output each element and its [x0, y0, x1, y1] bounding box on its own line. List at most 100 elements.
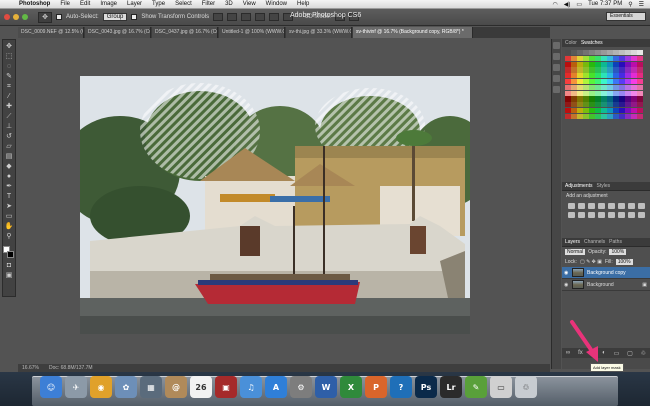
swatch-cell[interactable] — [595, 96, 601, 102]
powerpoint-icon[interactable]: P — [365, 376, 387, 398]
finder-icon[interactable]: ☺ — [40, 376, 62, 398]
brush-panel-icon[interactable] — [553, 86, 560, 93]
threshold-icon[interactable] — [618, 212, 625, 218]
eyedropper-tool-icon[interactable]: ⁄ — [4, 93, 14, 101]
swatch-cell[interactable] — [613, 73, 619, 79]
swatch-cell[interactable] — [637, 79, 643, 85]
brush-tool-icon[interactable]: ⟋ — [4, 113, 14, 121]
swatch-cell[interactable] — [619, 113, 625, 120]
blur-tool-icon[interactable]: ◆ — [4, 163, 14, 171]
swatch-cell[interactable] — [571, 50, 577, 56]
swatch-cell[interactable] — [577, 55, 583, 62]
swatch-cell[interactable] — [625, 102, 631, 108]
swatch-cell[interactable] — [583, 90, 589, 96]
history-panel-icon[interactable] — [553, 42, 560, 49]
swatch-cell[interactable] — [637, 90, 643, 96]
visibility-eye-icon[interactable]: ◉ — [564, 282, 569, 288]
swatch-cell[interactable] — [607, 102, 613, 108]
tab-color[interactable]: Color — [565, 39, 577, 47]
invert-icon[interactable] — [598, 212, 605, 218]
swatch-cell[interactable] — [565, 90, 571, 96]
gradient-map-icon[interactable] — [628, 212, 635, 218]
channel-mixer-icon[interactable] — [578, 212, 585, 218]
iphoto-icon[interactable]: ✿ — [115, 376, 137, 398]
swatch-cell[interactable] — [637, 102, 643, 108]
path-select-tool-icon[interactable]: ➤ — [4, 203, 14, 211]
tab-layers[interactable]: Layers — [565, 238, 580, 246]
wifi-icon[interactable]: ◠ — [553, 1, 558, 8]
calendar-icon[interactable]: 26 — [190, 376, 212, 398]
align-bottom-button[interactable] — [241, 13, 252, 21]
swatch-cell[interactable] — [637, 61, 643, 67]
swatch-cell[interactable] — [613, 67, 619, 73]
menu-file[interactable]: File — [55, 1, 75, 7]
zoom-tool-icon[interactable]: ⚲ — [4, 233, 14, 241]
spotlight-icon[interactable]: ⚲ — [628, 1, 632, 8]
vibrance-icon[interactable] — [608, 203, 615, 209]
swatch-cell[interactable] — [589, 90, 595, 96]
lock-icon[interactable]: ▢ ✎ ✥ ▣ — [580, 259, 602, 265]
swatch-cell[interactable] — [631, 79, 637, 85]
dodge-tool-icon[interactable]: ● — [4, 173, 14, 181]
swatch-cell[interactable] — [589, 73, 595, 79]
swatch-cell[interactable] — [601, 113, 607, 120]
notification-icon[interactable]: ☰ — [639, 1, 644, 8]
launchpad-icon[interactable]: ✈ — [65, 376, 87, 398]
swatch-cell[interactable] — [625, 61, 631, 67]
swatch-cell[interactable] — [631, 67, 637, 73]
swatch-cell[interactable] — [595, 67, 601, 73]
swatch-cell[interactable] — [601, 55, 607, 62]
new-adjustment-icon[interactable]: ◐ — [602, 350, 606, 356]
photos-icon[interactable]: ▦ — [140, 376, 162, 398]
levels-icon[interactable] — [578, 203, 585, 209]
menu-window[interactable]: Window — [261, 1, 292, 7]
swatch-cell[interactable] — [595, 79, 601, 85]
opacity-field[interactable]: 100% — [609, 249, 627, 255]
clock[interactable]: Tue 7:37 PM — [588, 1, 622, 7]
swatch-cell[interactable] — [613, 102, 619, 108]
swatch-cell[interactable] — [583, 102, 589, 108]
black-white-icon[interactable] — [638, 203, 645, 209]
close-window-button[interactable] — [4, 14, 10, 20]
color-lookup-icon[interactable] — [588, 212, 595, 218]
swatch-cell[interactable] — [607, 113, 613, 120]
swatch-cell[interactable] — [583, 79, 589, 85]
screenshot-icon[interactable]: ▭ — [490, 376, 512, 398]
swatch-cell[interactable] — [583, 55, 589, 62]
brightness-icon[interactable] — [568, 203, 575, 209]
swatch-cell[interactable] — [577, 90, 583, 96]
swatch-cell[interactable] — [625, 84, 631, 91]
swatch-cell[interactable] — [595, 102, 601, 108]
fill-field[interactable]: 100% — [615, 259, 633, 265]
swatch-cell[interactable] — [631, 61, 637, 67]
swatch-cell[interactable] — [583, 73, 589, 79]
swatch-cell[interactable] — [589, 79, 595, 85]
screen-mode-icon[interactable]: ▣ — [4, 272, 14, 280]
lightroom-icon[interactable]: Lr — [440, 376, 462, 398]
auto-select-checkbox[interactable] — [56, 14, 62, 20]
swatch-cell[interactable] — [577, 84, 583, 91]
outlook-icon[interactable]: ? — [390, 376, 412, 398]
character-panel-icon[interactable] — [553, 64, 560, 71]
swatch-cell[interactable] — [571, 79, 577, 85]
swatch-cell[interactable] — [625, 73, 631, 79]
quick-select-tool-icon[interactable]: ✎ — [4, 73, 14, 81]
new-group-icon[interactable]: ▭ — [614, 350, 620, 357]
pen-tool-icon[interactable]: ✒ — [4, 183, 14, 191]
swatch-cell[interactable] — [619, 102, 625, 108]
curves-icon[interactable] — [588, 203, 595, 209]
align-middle-button[interactable] — [227, 13, 238, 21]
minimize-window-button[interactable] — [13, 14, 19, 20]
move-tool-preset-icon[interactable]: ✥ — [38, 11, 52, 23]
swatch-cell[interactable] — [619, 108, 625, 114]
swatch-cell[interactable] — [613, 113, 619, 120]
swatch-cell[interactable] — [571, 67, 577, 73]
swatch-cell[interactable] — [565, 67, 571, 73]
swatch-cell[interactable] — [613, 50, 619, 56]
swatch-cell[interactable] — [607, 90, 613, 96]
swatch-cell[interactable] — [583, 108, 589, 114]
swatch-cell[interactable] — [595, 61, 601, 67]
layer-row[interactable]: ◉ Background ▣ — [562, 279, 650, 291]
swatch-cell[interactable] — [595, 73, 601, 79]
swatch-cell[interactable] — [589, 108, 595, 114]
